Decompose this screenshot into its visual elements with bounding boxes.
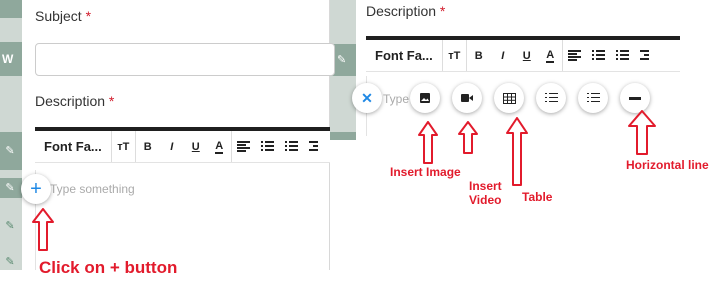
italic-button[interactable]: I	[160, 131, 184, 162]
unordered-list-button[interactable]	[611, 40, 635, 71]
indent-button[interactable]	[635, 40, 659, 71]
font-size-button[interactable]: тT	[112, 131, 136, 162]
annotation-click-plus: Click on + button	[39, 258, 178, 277]
unordered-list-button[interactable]	[280, 131, 304, 162]
font-size-button[interactable]: тT	[443, 40, 467, 71]
edit-pencil-icon[interactable]: ✎	[4, 220, 16, 232]
ordered-list-button[interactable]	[587, 40, 611, 71]
font-family-dropdown[interactable]: Font Fa...	[366, 40, 443, 71]
annotation-insert-video-line1: Insert	[469, 179, 502, 193]
video-icon	[460, 94, 473, 102]
italic-label: I	[170, 140, 174, 153]
indent-icon	[309, 141, 322, 152]
underline-button[interactable]: U	[515, 40, 539, 71]
editor-placeholder: Type something	[50, 182, 135, 196]
side-letter: W	[2, 52, 14, 66]
indent-icon	[640, 50, 653, 61]
background-table-strip: W ✎ ✎ ✎ ✎	[0, 0, 22, 270]
underline-button[interactable]: U	[184, 131, 208, 162]
annotation-arrow-horizontal-line	[628, 110, 656, 155]
edit-pencil-icon[interactable]: ✎	[4, 145, 16, 157]
edit-pencil-icon[interactable]: ✎	[4, 182, 16, 194]
align-button[interactable]	[232, 131, 256, 162]
screenshot-stage: W ✎ ✎ ✎ ✎ ✎ Subject * Description * Font…	[0, 0, 722, 288]
bold-button[interactable]: B	[136, 131, 160, 162]
insert-video-button[interactable]	[452, 83, 482, 113]
unordered-list-icon	[285, 141, 299, 152]
subject-input[interactable]	[35, 43, 335, 76]
close-insert-menu-button[interactable]: ✕	[352, 83, 382, 113]
text-color-label: A	[546, 48, 555, 63]
annotation-insert-video-line2: Video	[469, 193, 502, 207]
annotation-arrow-video	[458, 121, 478, 154]
text-color-button[interactable]: A	[539, 40, 563, 71]
editor-toolbar-right: Font Fa... тT B I U A	[366, 36, 680, 72]
form-panel-left: Subject * Description * Font Fa... тT B …	[22, 0, 335, 270]
text-color-label: A	[215, 139, 224, 154]
ordered-list-icon	[544, 92, 558, 104]
align-left-icon	[237, 141, 251, 152]
annotation-table: Table	[522, 190, 553, 204]
plus-icon: +	[30, 178, 42, 200]
editor-placeholder-right: Type	[383, 92, 410, 106]
underline-label: U	[191, 140, 200, 153]
ordered-list-icon	[592, 50, 606, 61]
indent-button[interactable]	[304, 131, 328, 162]
close-icon: ✕	[361, 89, 373, 106]
horizontal-line-icon	[629, 96, 641, 100]
bold-button[interactable]: B	[467, 40, 491, 71]
font-size-icon: тT	[117, 140, 130, 153]
ordered-list-button[interactable]	[256, 131, 280, 162]
image-icon	[420, 93, 430, 103]
ordered-list-icon	[261, 141, 275, 152]
annotation-arrow-table	[506, 117, 528, 186]
form-panel-right: Description * Font Fa... тT B I U A Type	[356, 0, 722, 288]
align-button[interactable]	[563, 40, 587, 71]
font-size-icon: тT	[448, 49, 461, 62]
font-family-dropdown[interactable]: Font Fa...	[35, 131, 112, 162]
insert-horizontal-line-button[interactable]	[620, 83, 650, 113]
text-color-button[interactable]: A	[208, 131, 232, 162]
annotation-arrow-image	[418, 121, 438, 164]
subject-label: Subject *	[35, 8, 92, 24]
unordered-list-icon	[586, 92, 600, 104]
underline-label: U	[522, 49, 531, 62]
description-label-right: Description *	[366, 3, 446, 19]
insert-image-button[interactable]	[410, 83, 440, 113]
annotation-insert-image: Insert Image	[390, 165, 461, 179]
italic-label: I	[501, 49, 505, 62]
edit-pencil-icon[interactable]: ✎	[4, 256, 16, 268]
insert-unordered-list-button[interactable]	[578, 83, 608, 113]
insert-plus-button[interactable]: +	[21, 174, 51, 204]
table-icon	[502, 92, 516, 104]
italic-button[interactable]: I	[491, 40, 515, 71]
annotation-horizontal-line: Horizontal line	[626, 158, 709, 172]
unordered-list-icon	[616, 50, 630, 61]
annotation-arrow-plus	[32, 208, 54, 251]
insert-table-button[interactable]	[494, 83, 524, 113]
annotation-insert-video: Insert Video	[469, 179, 502, 207]
editor-toolbar: Font Fa... тT B I U A	[35, 127, 330, 163]
description-label: Description *	[35, 93, 115, 109]
insert-ordered-list-button[interactable]	[536, 83, 566, 113]
align-left-icon	[568, 50, 582, 61]
edit-pencil-icon[interactable]: ✎	[337, 53, 346, 66]
